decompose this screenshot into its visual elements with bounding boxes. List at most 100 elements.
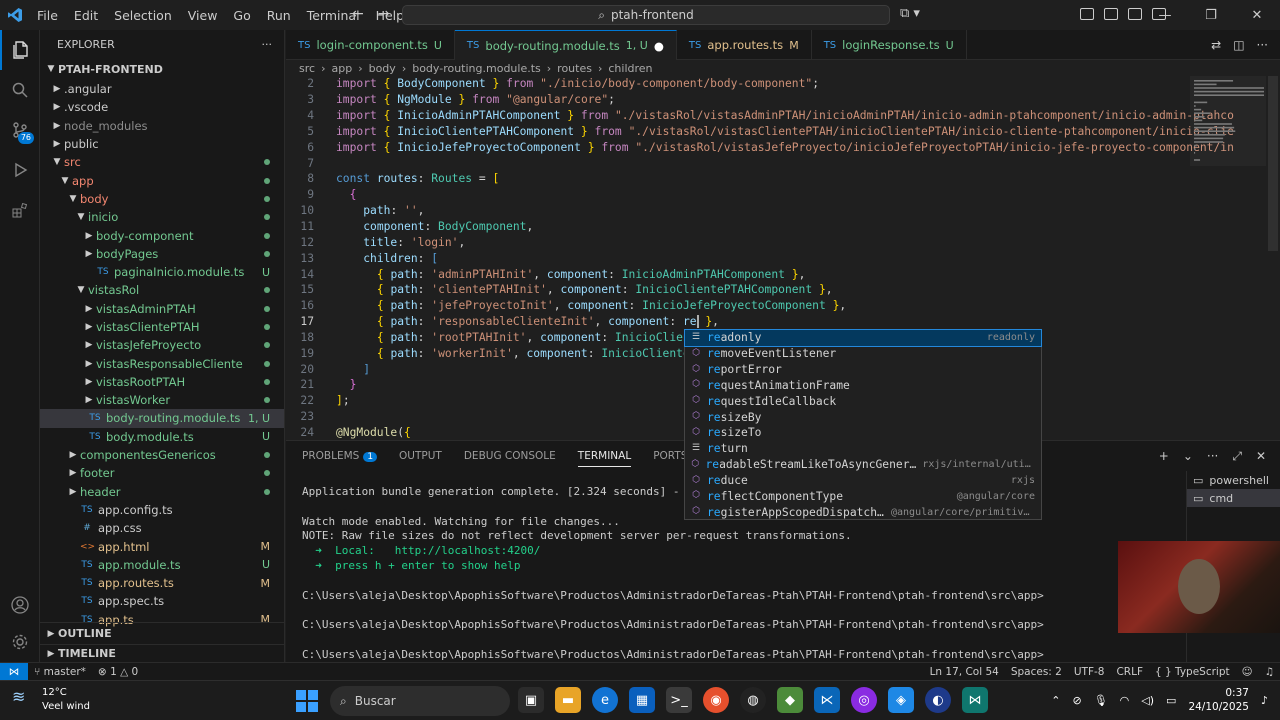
battery-icon[interactable]: ▭ [1166, 694, 1176, 707]
code-line[interactable]: 2 import { BodyComponent } from "./inicio… [286, 76, 1280, 92]
microphone-icon[interactable]: 🎙 [1094, 694, 1108, 707]
copilot-status-icon[interactable]: ☺ [1236, 666, 1259, 678]
cursor-position[interactable]: Ln 17, Col 54 [924, 666, 1005, 678]
code-line[interactable]: 17 { path: 'responsableClienteInit', com… [286, 314, 1280, 330]
scrollbar-thumb[interactable] [1268, 76, 1278, 251]
vscode-taskbar-icon[interactable]: ⋉ [814, 687, 840, 713]
explorer-icon[interactable] [0, 30, 40, 70]
tree-item[interactable]: TS body-routing.module.ts 1, U [40, 409, 284, 428]
menu-selection[interactable]: Selection [107, 8, 179, 23]
terminal-app-icon[interactable]: >_ [666, 687, 692, 713]
close-icon[interactable]: ✕ [1234, 0, 1280, 30]
branch-status[interactable]: ⑂ master* [28, 666, 92, 678]
suggestion-item[interactable]: ⬡ reportError [685, 362, 1041, 378]
tab-app-routes-ts[interactable]: TS app.routes.ts M [677, 30, 812, 60]
panel-tab-terminal[interactable]: TERMINAL [577, 450, 632, 467]
customize-layout-icon[interactable] [1080, 8, 1094, 20]
suggestion-item[interactable]: ⬡ registerAppScopedDispatch… @angular/co… [685, 504, 1041, 520]
toggle-sidebar-icon[interactable] [1104, 8, 1118, 20]
code-line[interactable]: 3 import { NgModule } from "@angular/core… [286, 92, 1280, 108]
breadcrumb-item[interactable]: src [299, 62, 315, 75]
tree-item[interactable]: TS app.spec.ts [40, 592, 284, 610]
toggle-panel-icon[interactable] [1128, 8, 1142, 20]
app-green-icon[interactable]: ◆ [777, 687, 803, 713]
workspace-root[interactable]: ▼ PTAH-FRONTEND [40, 58, 284, 80]
minimize-icon[interactable]: — [1142, 0, 1188, 30]
outline-section[interactable]: ▶ OUTLINE [40, 622, 284, 644]
minimap[interactable] [1190, 76, 1266, 440]
end-of-line[interactable]: CRLF [1110, 666, 1149, 678]
breadcrumb-item[interactable]: body-routing.module.ts [412, 62, 541, 75]
editor-scrollbar[interactable] [1266, 76, 1280, 440]
tree-item[interactable]: ▶ vistasClientePTAH [40, 318, 284, 336]
tree-item[interactable]: ▼ inicio [40, 208, 284, 226]
show-hidden-icons[interactable]: ⌃ [1051, 694, 1060, 707]
more-actions-icon[interactable]: ··· [1207, 449, 1218, 464]
remote-indicator-icon[interactable]: ⋈ [0, 662, 28, 681]
start-button[interactable] [296, 690, 318, 712]
app-navy-icon[interactable]: ◐ [925, 687, 951, 713]
breadcrumb-item[interactable]: children [608, 62, 652, 75]
tree-item[interactable]: ▶ bodyPages [40, 245, 284, 263]
encoding[interactable]: UTF-8 [1068, 666, 1111, 678]
code-line[interactable]: 14 { path: 'adminPTAHInit', component: I… [286, 266, 1280, 282]
suggestion-item[interactable]: ⬡ reflectComponentType @angular/core [685, 488, 1041, 504]
chevron-down-icon[interactable]: ⌄ [1183, 449, 1193, 464]
tree-item[interactable]: ▶ componentesGenericos [40, 446, 284, 464]
compare-changes-icon[interactable]: ⇄ [1211, 38, 1221, 52]
tree-item[interactable]: <> app.html M [40, 537, 284, 555]
store-icon[interactable]: ▦ [629, 687, 655, 713]
tree-item[interactable]: ▼ body [40, 190, 284, 208]
tab-login-component-ts[interactable]: TS login-component.ts U [286, 30, 455, 60]
tree-item[interactable]: ▶ public [40, 135, 284, 153]
breadcrumb-item[interactable]: body [369, 62, 396, 75]
breadcrumb-item[interactable]: routes [557, 62, 592, 75]
forward-arrow-icon[interactable]: → [378, 6, 404, 22]
firefox-icon[interactable]: ◉ [703, 687, 729, 713]
extensions-icon[interactable] [0, 190, 40, 230]
tree-item[interactable]: ▶ vistasAdminPTAH [40, 300, 284, 318]
code-line[interactable]: 12 title: 'login', [286, 234, 1280, 250]
menu-view[interactable]: View [181, 8, 225, 23]
maximize-panel-icon[interactable]: ⤢ [1232, 449, 1242, 464]
account-icon[interactable] [0, 585, 40, 625]
more-actions-icon[interactable]: ··· [1257, 38, 1268, 52]
suggestion-item[interactable]: ⬡ readableStreamLikeToAsyncGener… rxjs/i… [685, 457, 1041, 473]
code-line[interactable]: 8 const routes: Routes = [ [286, 171, 1280, 187]
source-control-icon[interactable]: 76 [0, 110, 40, 150]
tree-item[interactable]: ▼ src [40, 153, 284, 171]
tree-item[interactable]: TS app.module.ts U [40, 556, 284, 574]
problems-status[interactable]: ⊗ 1 △ 0 [92, 666, 144, 678]
task-view-icon[interactable]: ▣ [518, 687, 544, 713]
menu-edit[interactable]: Edit [67, 8, 105, 23]
code-line[interactable]: 9 { [286, 187, 1280, 203]
more-actions-icon[interactable]: ··· [262, 38, 273, 51]
tree-item[interactable]: TS body.module.ts U [40, 428, 284, 446]
tree-item[interactable]: ▶ vistasWorker [40, 391, 284, 409]
terminal-instance[interactable]: ▭ powershell [1187, 471, 1280, 489]
weather-widget[interactable]: ≋ 12°C Veel wind [12, 686, 90, 714]
restore-icon[interactable]: ❐ [1188, 0, 1234, 30]
split-editor-icon[interactable]: ◫ [1233, 38, 1244, 52]
tree-item[interactable]: ▶ footer [40, 464, 284, 482]
volume-icon[interactable]: ◁) [1141, 694, 1154, 707]
tree-item[interactable]: ▶ vistasResponsableCliente [40, 354, 284, 372]
tree-item[interactable]: ▶ vistasJefeProyecto [40, 336, 284, 354]
tree-item[interactable]: ▼ app [40, 171, 284, 189]
breadcrumb-item[interactable]: app [331, 62, 352, 75]
terminal-instance[interactable]: ▭ cmd [1187, 489, 1280, 507]
edge-icon[interactable]: e [592, 687, 618, 713]
chrome-icon[interactable]: ◍ [740, 687, 766, 713]
menu-run[interactable]: Run [260, 8, 298, 23]
taskbar-search[interactable]: ⌕ Buscar [330, 686, 510, 716]
suggestion-item[interactable]: ☰ return [685, 441, 1041, 457]
indentation[interactable]: Spaces: 2 [1005, 666, 1068, 678]
panel-tab-ports[interactable]: PORTS [653, 450, 687, 462]
suggestion-item[interactable]: ⬡ resizeBy [685, 409, 1041, 425]
search-icon[interactable] [0, 70, 40, 110]
file-explorer-icon[interactable]: ▬ [555, 687, 581, 713]
app-purple-icon[interactable]: ◎ [851, 687, 877, 713]
code-line[interactable]: 16 { path: 'jefeProyectoInit', component… [286, 298, 1280, 314]
code-line[interactable]: 6 import { InicioJefeProyectoComponent } … [286, 139, 1280, 155]
tree-item[interactable]: ▶ node_modules [40, 117, 284, 135]
